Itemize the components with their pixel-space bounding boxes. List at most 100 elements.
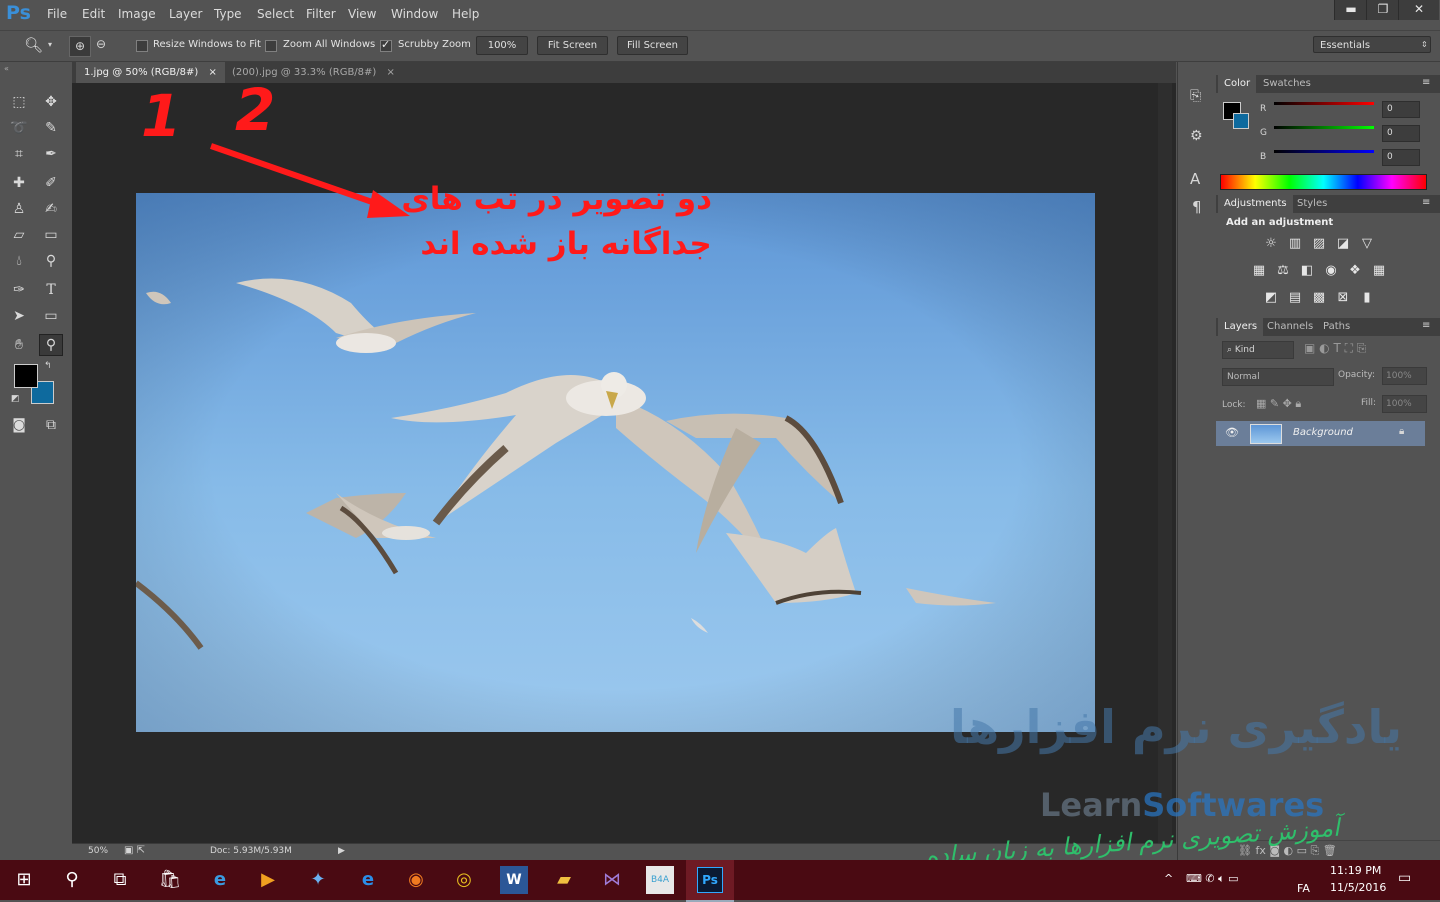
zoom-in-icon[interactable]: ⊕	[69, 36, 91, 57]
color-spectrum-ramp[interactable]	[1220, 174, 1427, 190]
eraser-tool-icon[interactable]: ▱	[8, 225, 30, 245]
fill-field[interactable]: 100%	[1382, 395, 1427, 413]
photo-filter-icon[interactable]: ◉	[1323, 264, 1339, 278]
default-colors-icon[interactable]: ◩	[11, 394, 20, 404]
channel-r-slider[interactable]	[1274, 102, 1374, 105]
dodge-tool-icon[interactable]: ⚲	[40, 251, 62, 271]
tab-layers[interactable]: Layers	[1218, 318, 1264, 336]
visual-studio-icon[interactable]: ⋈	[598, 866, 626, 894]
eyedropper-tool-icon[interactable]: ✒	[40, 144, 62, 164]
zoom-100-button[interactable]: 100%	[476, 36, 528, 55]
lock-icons[interactable]: ▦ ✎ ✥ 🔒︎	[1256, 397, 1301, 411]
internet-explorer-icon[interactable]: e	[354, 866, 382, 894]
chrome-icon[interactable]: ◎	[450, 866, 478, 894]
crop-tool-icon[interactable]: ⌗	[8, 144, 30, 164]
edge-icon[interactable]: e	[206, 866, 234, 894]
collapse-icon[interactable]: «	[4, 64, 9, 73]
history-brush-icon[interactable]: ✍	[40, 199, 62, 219]
tray-chevron-icon[interactable]: ^	[1164, 872, 1173, 885]
menu-edit[interactable]: Edit	[82, 7, 105, 21]
firefox-icon[interactable]: ◉	[402, 866, 430, 894]
menu-type[interactable]: Type	[214, 7, 242, 21]
layer-kind-filter[interactable]: ⌕ Kind	[1222, 341, 1294, 359]
scrubby-zoom-checkbox[interactable]	[380, 38, 392, 52]
eye-icon[interactable]: 👁︎	[1225, 426, 1239, 439]
tab-adjustments[interactable]: Adjustments	[1218, 195, 1293, 213]
healing-tool-icon[interactable]: ✚	[8, 173, 30, 193]
layer-row-background[interactable]: 👁︎ Background 🔒︎	[1216, 421, 1425, 446]
chevron-down-icon[interactable]: ▾	[48, 40, 52, 49]
resize-windows-checkbox[interactable]	[136, 40, 148, 52]
minimize-button[interactable]: ▬	[1334, 0, 1367, 20]
brush-tool-icon[interactable]: ✐	[40, 173, 62, 193]
photoshop-taskbar-active[interactable]: Ps	[686, 860, 734, 902]
pen-tool-icon[interactable]: ✑	[8, 280, 30, 300]
gradient-map-icon[interactable]: ▮	[1359, 291, 1375, 305]
hand-tool-icon[interactable]: ✋︎	[8, 335, 30, 355]
fill-screen-button[interactable]: Fill Screen	[617, 36, 688, 55]
blend-mode-select[interactable]: Normal	[1222, 368, 1334, 386]
clock-date[interactable]: 11/5/2016	[1330, 881, 1386, 894]
properties-panel-icon[interactable]: ⚙	[1190, 128, 1203, 144]
color-background-swatch[interactable]	[1233, 113, 1249, 129]
word-icon[interactable]: W	[500, 866, 528, 894]
workspace-select[interactable]: Essentials	[1313, 36, 1431, 53]
path-select-icon[interactable]: ➤	[8, 306, 30, 326]
hue-saturation-icon[interactable]: ▦	[1251, 264, 1267, 278]
quick-select-tool-icon[interactable]: ✎	[40, 118, 62, 138]
exposure-icon[interactable]: ◪	[1335, 237, 1351, 251]
menu-layer[interactable]: Layer	[169, 7, 202, 21]
quick-mask-icon[interactable]: ◙	[8, 415, 30, 435]
tab-close-icon[interactable]: ×	[208, 67, 216, 78]
restore-button[interactable]: ❐	[1366, 0, 1399, 20]
channel-g-value[interactable]: 0	[1382, 125, 1420, 142]
app-icon[interactable]: ✦	[304, 866, 332, 894]
menu-image[interactable]: Image	[118, 7, 156, 21]
channel-b-slider[interactable]	[1274, 150, 1374, 153]
paragraph-panel-icon[interactable]: ¶	[1192, 198, 1202, 216]
zoom-all-checkbox[interactable]	[265, 40, 277, 52]
panel-menu-icon[interactable]: ≡	[1422, 197, 1430, 208]
threshold-icon[interactable]: ▩	[1311, 291, 1327, 305]
gradient-tool-icon[interactable]: ▭	[40, 225, 62, 245]
channel-g-slider[interactable]	[1274, 126, 1374, 129]
marquee-tool-icon[interactable]: ⬚	[8, 92, 30, 112]
selective-color-icon[interactable]: ⊠	[1335, 291, 1351, 305]
menu-window[interactable]: Window	[391, 7, 438, 21]
zoom-out-icon[interactable]: ⊖	[96, 37, 106, 51]
channel-r-value[interactable]: 0	[1382, 101, 1420, 118]
language-indicator[interactable]: FA	[1297, 882, 1310, 895]
panel-menu-icon[interactable]: ≡	[1422, 320, 1430, 331]
character-panel-icon[interactable]: A	[1190, 170, 1200, 188]
black-white-icon[interactable]: ◧	[1299, 264, 1315, 278]
zoom-tool-icon[interactable]: 🔍︎	[24, 36, 43, 54]
image-canvas[interactable]	[136, 193, 1095, 732]
vibrance-icon[interactable]: ▽	[1359, 237, 1375, 251]
task-view-icon[interactable]: ⧉	[106, 866, 134, 894]
move-tool-icon[interactable]: ✥	[40, 92, 62, 112]
menu-filter[interactable]: Filter	[306, 7, 336, 21]
curves-icon[interactable]: ▨	[1311, 237, 1327, 251]
layer-filter-icons[interactable]: ▣ ◐ T ⛶ ⎘	[1304, 341, 1366, 356]
status-menu-arrow-icon[interactable]: ▶	[338, 846, 345, 856]
zoom-tool-icon[interactable]: ⚲	[39, 334, 63, 356]
history-panel-icon[interactable]: ⎘	[1190, 88, 1201, 104]
store-icon[interactable]: 🛍︎	[156, 866, 184, 894]
panel-menu-icon[interactable]: ≡	[1422, 77, 1430, 88]
type-tool-icon[interactable]: T	[40, 280, 62, 300]
invert-icon[interactable]: ◩	[1263, 291, 1279, 305]
close-button[interactable]: ✕	[1398, 0, 1439, 20]
clock-time[interactable]: 11:19 PM	[1330, 864, 1381, 877]
stamp-tool-icon[interactable]: ♙	[8, 199, 30, 219]
windows-start-icon[interactable]: ⊞	[10, 866, 38, 894]
channel-b-value[interactable]: 0	[1382, 149, 1420, 166]
search-icon[interactable]: ⚲	[58, 866, 86, 894]
rectangle-tool-icon[interactable]: ▭	[40, 306, 62, 326]
zoom-level[interactable]: 50%	[88, 846, 108, 856]
tab-swatches[interactable]: Swatches	[1257, 75, 1317, 93]
swap-colors-icon[interactable]: ↰	[44, 361, 52, 371]
tab-color[interactable]: Color	[1218, 75, 1257, 93]
color-lookup-icon[interactable]: ▦	[1371, 264, 1387, 278]
menu-select[interactable]: Select	[257, 7, 294, 21]
color-balance-icon[interactable]: ⚖	[1275, 264, 1291, 278]
